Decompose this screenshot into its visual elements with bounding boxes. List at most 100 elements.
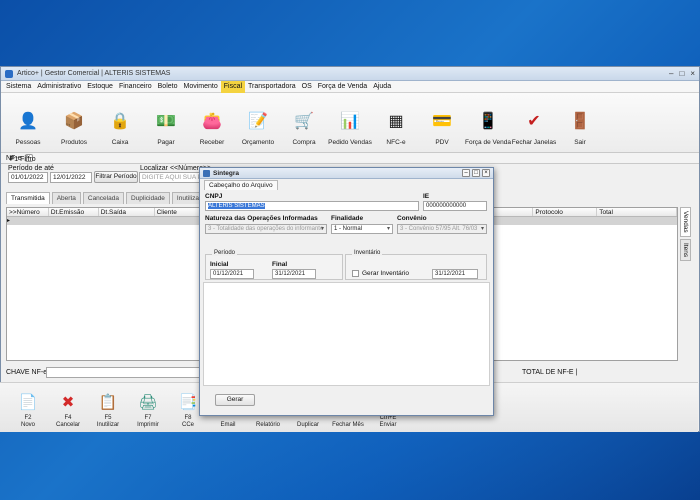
menu-item-7[interactable]: Transportadora [245, 81, 299, 93]
menu-item-10[interactable]: Ajuda [370, 81, 394, 93]
date-from-input[interactable]: 01/01/2022 [8, 172, 48, 183]
bottom-button-label: CCe [181, 422, 194, 428]
subtab-3[interactable]: Duplicidade [125, 192, 170, 204]
gerar-button[interactable]: Gerar [215, 394, 255, 406]
check-icon: ✔ [527, 113, 541, 130]
finalidade-select[interactable]: 1 - Normal [331, 224, 393, 234]
dialog-title: Sintegra [213, 169, 240, 177]
window-title: Artico+ | Gestor Comercial | ALTERIS SIS… [17, 70, 171, 77]
cce-icon: 📑 [178, 393, 198, 411]
menu-item-4[interactable]: Boleto [155, 81, 181, 93]
toolbar-button-6[interactable]: 🛒 Compra [281, 106, 327, 146]
grid-column-header[interactable]: >>Número [7, 208, 49, 216]
bottom-button-1[interactable]: ✖ F4 Cancelar [48, 391, 88, 429]
final-label: Final [272, 261, 288, 268]
dialog-footer: Gerar [203, 388, 490, 413]
chave-input[interactable] [46, 367, 206, 378]
bottom-button-0[interactable]: 📄 F2 Novo [8, 391, 48, 429]
natureza-select[interactable]: 3 - Totalidade das operações do informan… [205, 224, 327, 234]
bottom-button-label: Novo [20, 422, 35, 428]
close-icon[interactable]: × [690, 69, 695, 78]
side-tabs: Vendas Itens [680, 207, 694, 327]
gerar-inventario-checkbox[interactable] [352, 270, 359, 277]
menu-item-3[interactable]: Financeiro [116, 81, 155, 93]
status-subtabs: Transmitida Aberta Cancelada Duplicidade Inu… [6, 192, 212, 204]
toolbar-button-11[interactable]: ✔ Fechar Janelas [511, 106, 557, 146]
menu-item-8[interactable]: OS [299, 81, 315, 93]
toolbar-label: Pessoas [15, 139, 41, 146]
dialog-form: CNPJ ALTERIS SISTEMAS IE 000000000000 Na… [203, 190, 490, 282]
sintegra-dialog: Sintegra – □ × Cabeçalho do Arquivo CNPJ… [199, 167, 494, 416]
filter-period-button[interactable]: Filtrar Período [94, 171, 138, 183]
menu-item-5[interactable]: Movimento [181, 81, 221, 93]
toolbar-label: Produtos [60, 139, 88, 146]
toolbar-button-12[interactable]: 🚪 Sair [557, 106, 603, 146]
side-tab-0[interactable]: Vendas [680, 207, 691, 237]
checklist-icon: 📋 [98, 393, 118, 411]
bottom-button-label: Relatório [255, 422, 280, 428]
convenio-label: Convênio [397, 215, 427, 222]
filter-section-title: F1 Filtro [10, 156, 36, 163]
inicial-label: Inicial [210, 261, 229, 268]
maximize-icon[interactable]: □ [679, 69, 684, 78]
toolbar-button-9[interactable]: 💳 PDV [419, 106, 465, 146]
minimize-icon[interactable]: – [669, 69, 673, 78]
toolbar-label: Pagar [157, 139, 175, 146]
row-pointer-icon: ▸ [7, 218, 11, 224]
menu-bar: Sistema Administrativo Estoque Financeiro Bo… [1, 80, 699, 93]
subtab-2[interactable]: Cancelada [82, 192, 124, 204]
periodo-group: Período Inicial 01/12/2021 Final 31/12/2… [205, 250, 343, 280]
dialog-close-icon[interactable]: × [482, 169, 490, 177]
subtab-0[interactable]: Transmitida [6, 192, 50, 204]
convenio-select[interactable]: 3 - Convênio 57/95 Alt. 76/03 [397, 224, 487, 234]
inventario-date-input[interactable]: 31/12/2021 [432, 269, 478, 279]
date-to-input[interactable]: 12/01/2022 [50, 172, 92, 183]
search-input[interactable]: DIGITE AQUI SUA PES [139, 172, 203, 183]
toolbar-button-2[interactable]: 🔒 Caixa [97, 106, 143, 146]
bottom-button-3[interactable]: 🖨 F7 Imprimir [128, 391, 168, 429]
toolbar-label: Orçamento [241, 139, 275, 146]
ie-field[interactable]: 000000000000 [423, 201, 487, 211]
toolbar-button-7[interactable]: 📊 Pedido Vendas [327, 106, 373, 146]
menu-item-9[interactable]: Força de Venda [315, 81, 370, 93]
dialog-maximize-icon[interactable]: □ [472, 169, 480, 177]
menu-item-6[interactable]: Fiscal [220, 80, 246, 93]
toolbar-button-1[interactable]: 📦 Produtos [51, 106, 97, 146]
cnpj-label: CNPJ [205, 193, 223, 200]
grid-column-header[interactable]: Dt.Emissão [49, 208, 99, 216]
inicial-date-input[interactable]: 01/12/2021 [210, 269, 254, 279]
shortcut-key: F8 [184, 415, 192, 421]
natureza-label: Natureza das Operações Informadas [205, 215, 318, 222]
grid-column-header[interactable]: Dt.Saída [99, 208, 155, 216]
grid-column-header[interactable]: Protocolo [533, 208, 598, 216]
toolbar-button-8[interactable]: ▦ NFC-e [373, 106, 419, 146]
dialog-minimize-icon[interactable]: – [462, 169, 470, 177]
bottom-button-label: Fechar Mês [332, 422, 364, 428]
safe-icon: 🔒 [110, 113, 130, 130]
menu-item-1[interactable]: Administrativo [34, 81, 84, 93]
periodo-group-title: Período [212, 250, 238, 256]
bottom-button-label: Duplicar [296, 422, 319, 428]
finalidade-label: Finalidade [331, 215, 364, 222]
toolbar-button-3[interactable]: 💵 Pagar [143, 106, 189, 146]
bottom-button-label: Imprimir [137, 422, 159, 428]
app-logo-icon [5, 69, 13, 78]
menu-item-0[interactable]: Sistema [3, 81, 34, 93]
final-date-input[interactable]: 31/12/2021 [272, 269, 316, 279]
cnpj-field[interactable]: ALTERIS SISTEMAS [205, 201, 419, 211]
subtab-1[interactable]: Aberta [51, 192, 81, 204]
cancel-x-icon: ✖ [61, 393, 75, 411]
clipboard-icon: 📝 [248, 113, 268, 130]
toolbar-button-4[interactable]: 👛 Receber [189, 106, 235, 146]
grid-column-header[interactable]: Total [597, 208, 677, 216]
menu-item-2[interactable]: Estoque [84, 81, 116, 93]
side-tab-1[interactable]: Itens [680, 238, 691, 261]
tab-cabecalho[interactable]: Cabeçalho do Arquivo [204, 180, 278, 190]
shortcut-key: Ctrl+E [379, 415, 397, 421]
toolbar-button-10[interactable]: 📱 Força de Venda [465, 106, 511, 146]
toolbar-button-0[interactable]: 👤 Pessoas [5, 106, 51, 146]
shortcut-key: F4 [64, 415, 72, 421]
bottom-button-2[interactable]: 📋 F5 Inutilizar [88, 391, 128, 429]
toolbar-button-5[interactable]: 📝 Orçamento [235, 106, 281, 146]
chart-icon: 📊 [340, 113, 360, 130]
